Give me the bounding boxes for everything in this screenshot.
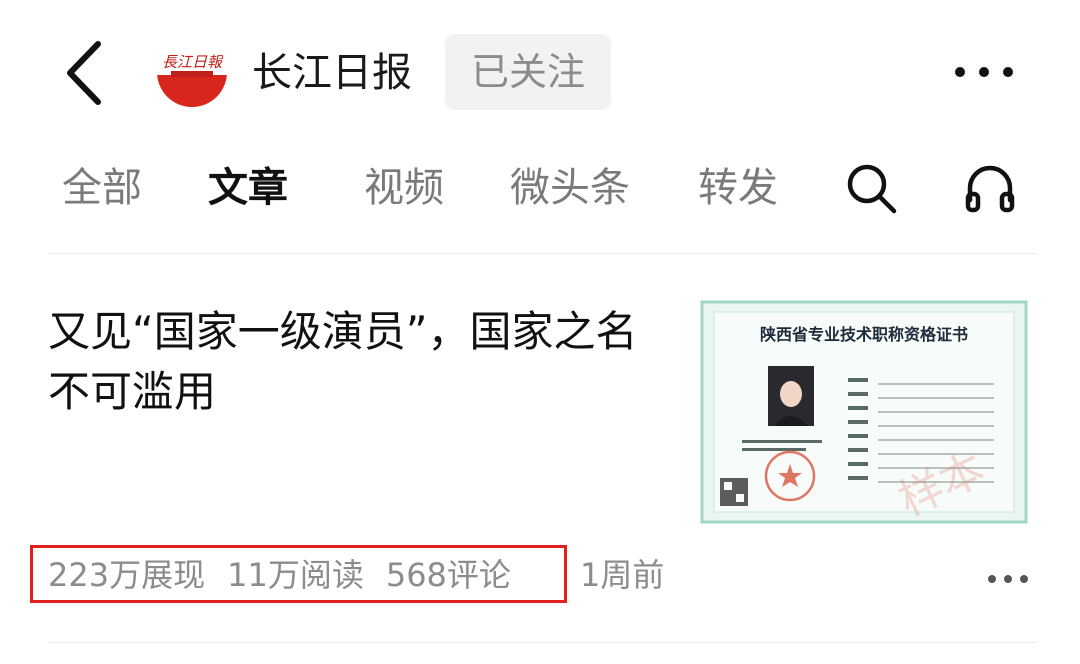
- back-button[interactable]: [62, 40, 112, 106]
- publish-time: 1周前: [580, 556, 665, 594]
- listen-button[interactable]: [964, 162, 1016, 214]
- impressions-count: 223万展现: [48, 556, 206, 594]
- article-thumbnail[interactable]: 陕西省专业技术职称资格证书 样本: [698, 298, 1030, 526]
- tab-articles[interactable]: 文章: [208, 160, 288, 216]
- tab-reposts[interactable]: 转发: [698, 160, 778, 216]
- search-icon: [847, 164, 897, 214]
- tabs-divider: [48, 253, 1036, 254]
- reads-count: 11万阅读: [227, 556, 364, 594]
- follow-button[interactable]: 已关注: [445, 34, 611, 110]
- article-stats: 223万展现 11万阅读 568评论: [48, 554, 511, 596]
- outlet-logo[interactable]: 長江日報: [157, 37, 227, 107]
- article-more-button[interactable]: [986, 570, 1030, 583]
- tab-videos[interactable]: 视频: [364, 160, 444, 216]
- article-divider: [48, 642, 1036, 643]
- more-horizontal-icon: [988, 575, 1028, 583]
- headphones-icon: [965, 165, 1015, 213]
- tab-micro-headlines[interactable]: 微头条: [510, 160, 630, 216]
- article-headline[interactable]: 又见“国家一级演员”，国家之名不可滥用: [48, 302, 648, 422]
- svg-text:長江日報: 長江日報: [162, 53, 224, 71]
- chevron-left-icon: [67, 41, 101, 105]
- outlet-logo-image: 長江日報: [157, 37, 227, 107]
- certificate-title: 陕西省专业技术职称资格证书: [760, 325, 968, 344]
- more-horizontal-icon: [955, 67, 1013, 77]
- tab-all[interactable]: 全部: [62, 160, 142, 216]
- more-options-button[interactable]: [952, 64, 1016, 80]
- certificate-image: 陕西省专业技术职称资格证书 样本: [700, 300, 1028, 526]
- search-button[interactable]: [845, 162, 897, 214]
- comments-count: 568评论: [385, 556, 511, 594]
- outlet-name[interactable]: 长江日报: [252, 48, 412, 98]
